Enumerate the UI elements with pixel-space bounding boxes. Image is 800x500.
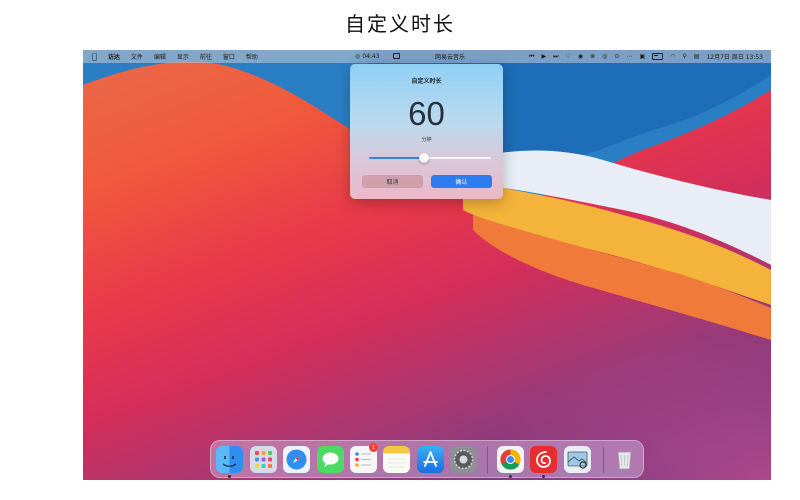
menubar-datetime[interactable]: 12月7日 周日 13:53: [706, 52, 763, 61]
battery-icon[interactable]: [652, 53, 664, 60]
sync-icon[interactable]: ◎: [602, 53, 607, 60]
confirm-button[interactable]: 确认: [431, 175, 492, 188]
dock: 1: [210, 440, 644, 478]
status-circle-icon[interactable]: ◉: [578, 53, 583, 60]
menu-bar:  访达 文件 编辑 显示 前往 窗口 帮助 ◎ 04:43 网易云音乐 ⏮ ▶…: [83, 50, 771, 63]
chrome-running-dot: [509, 475, 512, 478]
timer-text: 04:43: [362, 53, 380, 60]
next-track-icon[interactable]: ⏭: [553, 53, 558, 60]
messages-icon[interactable]: [317, 446, 344, 473]
netease-music-icon[interactable]: [530, 446, 557, 473]
menu-help[interactable]: 帮助: [246, 52, 258, 61]
key-icon[interactable]: ▣: [639, 53, 645, 60]
menu-edit[interactable]: 编辑: [154, 52, 166, 61]
desktop-screen:  访达 文件 编辑 显示 前往 窗口 帮助 ◎ 04:43 网易云音乐 ⏮ ▶…: [83, 50, 771, 480]
dialog-title: 自定义时长: [411, 78, 442, 85]
apple-icon[interactable]: : [92, 52, 97, 61]
search-icon[interactable]: ⚲: [682, 53, 686, 60]
menubar-app-name[interactable]: 网易云音乐: [435, 50, 465, 63]
close-circle-icon[interactable]: ⊗: [590, 53, 595, 60]
slider-thumb[interactable]: [418, 153, 429, 163]
app-store-icon[interactable]: [417, 446, 444, 473]
menu-view[interactable]: 显示: [177, 52, 189, 61]
slider-fill: [369, 157, 424, 159]
duration-unit: 分钟: [421, 137, 432, 143]
menu-go[interactable]: 前往: [200, 52, 212, 61]
finder-icon[interactable]: [216, 446, 243, 473]
menu-finder[interactable]: 访达: [108, 52, 120, 61]
reminders-badge: 1: [369, 443, 378, 452]
dock-separator: [487, 447, 488, 473]
menu-file[interactable]: 文件: [131, 52, 143, 61]
cancel-button[interactable]: 取消: [362, 175, 423, 188]
menubar-status-area: ⏮ ▶ ⏭ ♡ ◉ ⊗ ◎ ⊙ ⋯ ▣ ◠ ⚲ ▤ 12月7日 周日 13:53: [529, 50, 763, 63]
menu-window[interactable]: 窗口: [223, 52, 235, 61]
music-app-icon[interactable]: [393, 53, 400, 59]
dots-icon[interactable]: ⋯: [626, 53, 632, 60]
chrome-icon[interactable]: [497, 446, 524, 473]
preview-icon[interactable]: [564, 446, 591, 473]
finder-running-dot: [228, 475, 231, 478]
page-title: 自定义时长: [345, 12, 455, 36]
duration-value: 60: [408, 95, 445, 132]
play-icon[interactable]: ▶: [541, 53, 546, 60]
system-preferences-icon[interactable]: [450, 446, 477, 473]
trash-icon[interactable]: [611, 446, 638, 473]
menubar-timer[interactable]: ◎ 04:43: [355, 50, 380, 63]
custom-duration-dialog: 自定义时长 60 分钟 取消 确认: [350, 64, 503, 199]
control-center-icon[interactable]: ▤: [694, 53, 700, 60]
safari-icon[interactable]: [283, 446, 310, 473]
dock-separator-trash: [603, 447, 604, 473]
timer-icon: ◎: [355, 52, 361, 60]
notes-icon[interactable]: [383, 446, 410, 473]
netease-music-running-dot: [542, 475, 545, 478]
duration-slider[interactable]: [369, 153, 491, 163]
launchpad-icon[interactable]: [250, 446, 277, 473]
wifi-icon[interactable]: ◠: [670, 53, 675, 60]
media-icon[interactable]: ⊙: [614, 53, 619, 60]
previous-track-icon[interactable]: ⏮: [529, 53, 534, 60]
heart-icon[interactable]: ♡: [565, 53, 570, 60]
